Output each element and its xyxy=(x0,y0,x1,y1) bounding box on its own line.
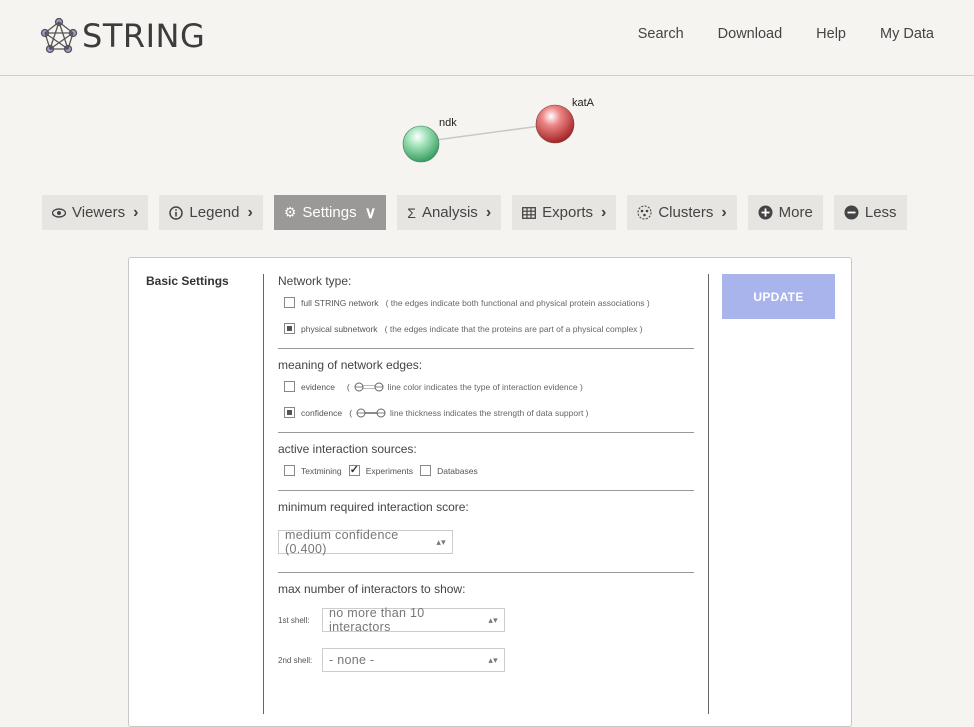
logo-text: STRING xyxy=(82,17,206,55)
update-button[interactable]: UPDATE xyxy=(722,274,835,319)
experiments-checkbox[interactable] xyxy=(348,463,360,476)
node-label-kata: katA xyxy=(572,97,595,109)
settings-form: Network type: full STRING network ( the … xyxy=(278,274,694,688)
chevron-right-icon: › xyxy=(133,203,139,221)
viewer-toolbar: Viewers › Legend › ⚙ Settings ∨ Σ Analys… xyxy=(42,195,907,230)
exports-label: Exports xyxy=(542,204,593,221)
evidence-edge-icon xyxy=(354,382,384,391)
second-shell-row: 2nd shell: - none - ▴▾ xyxy=(278,648,694,672)
score-heading: minimum required interaction score: xyxy=(278,500,469,514)
select-arrows-icon: ▴▾ xyxy=(488,614,498,625)
confidence-edge-icon xyxy=(356,408,386,417)
plus-circle-icon xyxy=(758,205,773,220)
chevron-right-icon: › xyxy=(721,203,727,221)
select-value: - none - xyxy=(329,653,375,667)
nav-search[interactable]: Search xyxy=(638,26,684,42)
section-divider xyxy=(278,432,694,433)
section-divider xyxy=(278,490,694,491)
option-confidence[interactable]: confidence ( line thickness indicates th… xyxy=(284,406,694,419)
first-shell-label: 1st shell: xyxy=(278,615,310,625)
string-network-logo-icon xyxy=(40,17,78,54)
clusters-label: Clusters xyxy=(658,204,714,221)
textmining-label: Textmining xyxy=(301,465,342,476)
section-divider xyxy=(278,348,694,349)
divider xyxy=(263,274,264,714)
table-icon xyxy=(522,206,537,219)
legend-label: Legend xyxy=(189,204,240,221)
nav-help[interactable]: Help xyxy=(816,26,846,42)
less-label: Less xyxy=(864,204,897,221)
viewers-label: Viewers xyxy=(72,204,126,221)
more-button[interactable]: More xyxy=(747,195,823,230)
option-full-network[interactable]: full STRING network ( the edges indicate… xyxy=(284,296,694,309)
confidence-radio[interactable] xyxy=(284,407,295,418)
select-value: medium confidence (0.400) xyxy=(285,528,399,556)
textmining-checkbox[interactable] xyxy=(284,465,295,476)
nav-my-data[interactable]: My Data xyxy=(880,26,934,42)
evidence-radio[interactable] xyxy=(284,381,295,392)
option-note: ( the edges indicate that the proteins a… xyxy=(384,323,643,334)
divider xyxy=(708,274,709,714)
legend-button[interactable]: Legend › xyxy=(159,195,263,230)
option-note: line color indicates the type of interac… xyxy=(387,381,583,392)
option-label: full STRING network xyxy=(301,297,379,308)
second-shell-select[interactable]: - none - ▴▾ xyxy=(322,648,505,672)
first-shell-row: 1st shell: no more than 10 interactors ▴… xyxy=(278,606,694,634)
viewers-button[interactable]: Viewers › xyxy=(42,195,149,230)
select-arrows-icon: ▴▾ xyxy=(488,654,498,665)
select-value: no more than 10 interactors xyxy=(329,606,425,634)
info-icon xyxy=(169,205,184,220)
eye-icon xyxy=(52,207,66,218)
sources-row: Textmining Experiments Databases xyxy=(284,463,694,477)
node-ndk[interactable] xyxy=(402,125,440,163)
more-label: More xyxy=(778,204,813,221)
node-kata[interactable] xyxy=(535,104,575,144)
analysis-button[interactable]: Σ Analysis › xyxy=(397,195,502,230)
option-note: line thickness indicates the strength of… xyxy=(390,407,589,418)
sources-heading: active interaction sources: xyxy=(278,442,417,456)
second-shell-label: 2nd shell: xyxy=(278,655,313,665)
sigma-icon: Σ xyxy=(407,204,416,221)
interaction-score-select[interactable]: medium confidence (0.400) ▴▾ xyxy=(278,528,453,556)
basic-settings-heading: Basic Settings xyxy=(146,274,229,288)
header: STRING Search Download Help My Data xyxy=(0,0,974,76)
settings-label: Settings xyxy=(302,204,357,221)
network-view: ndk katA xyxy=(0,76,974,186)
physical-subnetwork-radio[interactable] xyxy=(284,323,295,334)
network-type-heading: Network type: xyxy=(278,274,352,288)
gear-icon: ⚙ xyxy=(283,204,297,220)
select-arrows-icon: ▴▾ xyxy=(436,536,446,547)
top-nav: Search Download Help My Data xyxy=(638,26,934,42)
full-network-radio[interactable] xyxy=(284,297,295,308)
edges-heading: meaning of network edges: xyxy=(278,358,423,372)
option-note: ( the edges indicate both functional and… xyxy=(385,297,650,308)
option-label: evidence xyxy=(301,381,336,392)
chevron-right-icon: › xyxy=(247,203,253,221)
databases-label: Databases xyxy=(437,465,478,476)
settings-button[interactable]: ⚙ Settings ∨ xyxy=(273,195,387,230)
interactors-heading: max number of interactors to show: xyxy=(278,582,466,596)
option-label: confidence xyxy=(301,407,343,418)
clusters-icon xyxy=(637,205,652,220)
analysis-label: Analysis xyxy=(421,204,478,221)
option-label: physical subnetwork xyxy=(301,323,378,334)
node-label-ndk: ndk xyxy=(439,117,457,129)
chevron-right-icon: › xyxy=(601,203,607,221)
minus-circle-icon xyxy=(844,205,859,220)
exports-button[interactable]: Exports › xyxy=(512,195,617,230)
section-divider xyxy=(278,572,694,573)
chevron-right-icon: › xyxy=(485,203,492,221)
databases-checkbox[interactable] xyxy=(420,465,432,476)
clusters-button[interactable]: Clusters › xyxy=(627,195,737,230)
settings-panel: Basic Settings Network type: full STRING… xyxy=(128,257,852,727)
experiments-label: Experiments xyxy=(365,465,413,476)
first-shell-select[interactable]: no more than 10 interactors ▴▾ xyxy=(322,606,505,634)
chevron-down-icon: ∨ xyxy=(364,204,377,222)
option-physical-subnetwork[interactable]: physical subnetwork ( the edges indicate… xyxy=(284,322,694,335)
network-canvas xyxy=(402,104,575,163)
option-evidence[interactable]: evidence ( line color indicates the type… xyxy=(284,380,694,393)
string-logo[interactable]: STRING xyxy=(40,14,205,58)
less-button[interactable]: Less xyxy=(833,195,907,230)
nav-download[interactable]: Download xyxy=(718,26,783,42)
